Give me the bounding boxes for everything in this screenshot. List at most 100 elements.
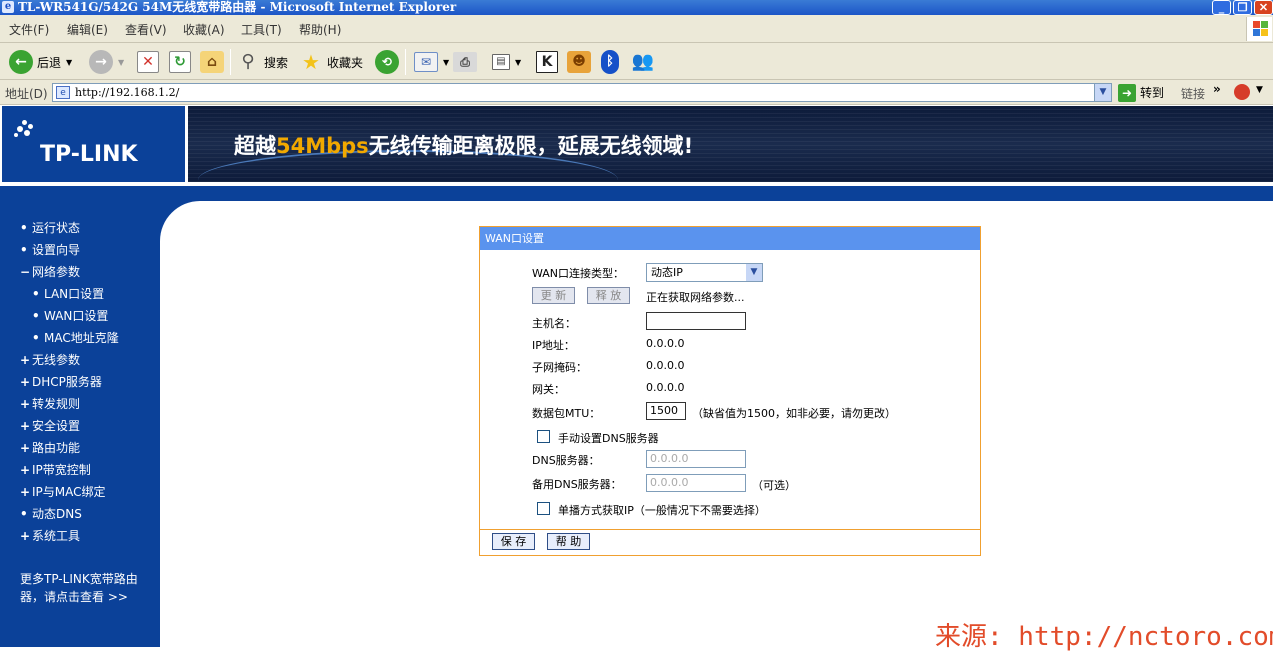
hostname-input[interactable] [646,312,746,330]
links-chevron-icon[interactable]: » [1213,82,1221,96]
nav-lan[interactable]: • LAN口设置 [32,285,104,302]
maximize-button[interactable]: ❐ [1233,0,1252,15]
menu-help[interactable]: 帮助(H) [299,21,341,38]
conn-type-select[interactable]: 动态IP ▼ [646,263,763,282]
nav-routing[interactable]: + 路由功能 [20,439,80,456]
mail-dropdown-icon[interactable]: ▼ [443,58,449,67]
dns-input[interactable]: 0.0.0.0 [646,450,746,468]
print-button[interactable]: ⎙ [453,49,477,75]
printer-icon: ⎙ [453,52,477,72]
nav-wireless[interactable]: + 无线参数 [20,351,80,368]
menu-tools[interactable]: 工具(T) [241,21,282,38]
menu-file[interactable]: 文件(F) [9,21,49,38]
slogan-prefix: 超越 [234,134,276,158]
extension-dropdown-icon[interactable]: ▼ [1256,85,1263,95]
nav-network[interactable]: − 网络参数 [20,263,80,280]
bluetooth-button[interactable]: ᛒ [601,49,619,75]
save-button[interactable]: 保 存 [492,533,535,550]
wan-settings-panel: WAN口设置 WAN口连接类型： 动态IP ▼ 更 新 释 放 正在获取网络参数… [479,226,981,556]
edit-dropdown-icon[interactable]: ▼ [515,58,521,67]
window-title: TL-WR541G/542G 54M无线宽带路由器 - Microsoft In… [18,0,457,14]
search-button[interactable]: ⚲ 搜索 [236,49,288,75]
unicast-label: 单播方式获取IP（一般情况下不需要选择） [558,504,766,517]
address-url[interactable]: http://192.168.1.2/ [75,86,179,99]
messenger-button[interactable]: ☻ [567,49,591,75]
favorites-button[interactable]: ★ 收藏夹 [299,49,363,75]
menu-view[interactable]: 查看(V) [125,21,167,38]
alt-dns-hint: （可选） [752,479,796,492]
edit-button[interactable]: ▤ ▼ [492,49,521,75]
menu-bar: 文件(F) 编辑(E) 查看(V) 收藏(A) 工具(T) 帮助(H) [0,15,1273,43]
chevron-down-icon: ▼ [746,264,762,281]
refresh-button[interactable]: ↻ [169,49,191,75]
source-watermark: 来源: http://nctoro.com [935,622,1273,652]
history-button[interactable]: ⟲ [375,49,399,75]
close-button[interactable]: ✕ [1254,0,1273,15]
nav-mac-clone[interactable]: • MAC地址克隆 [32,329,119,346]
stop-button[interactable]: ✕ [137,49,159,75]
toolbar-separator [230,49,231,75]
back-dropdown-icon[interactable]: ▼ [66,58,72,67]
stop-icon: ✕ [137,51,159,73]
minimize-button[interactable]: _ [1212,0,1231,15]
gateway-value: 0.0.0.0 [646,381,685,394]
mail-icon: ✉ [414,52,438,72]
nav-ddns[interactable]: • 动态DNS [20,505,82,522]
discuss-button[interactable]: K [536,49,558,75]
menu-edit[interactable]: 编辑(E) [67,21,108,38]
nav-dhcp[interactable]: + DHCP服务器 [20,373,102,390]
home-icon: ⌂ [200,51,224,73]
nav-system-tools[interactable]: + 系统工具 [20,527,80,544]
banner-slogan-area: 超越54Mbps无线传输距离极限，延展无线领域! [188,106,1273,182]
contacts-button[interactable]: 👥 [631,49,655,75]
menu-favorites[interactable]: 收藏(A) [183,21,225,38]
nav-wan[interactable]: • WAN口设置 [32,307,108,324]
renew-button[interactable]: 更 新 [532,287,575,304]
gateway-label: 网关： [532,383,565,396]
home-button[interactable]: ⌂ [200,49,224,75]
content-corner [160,201,240,281]
conn-type-label: WAN口连接类型： [532,267,625,280]
status-text: 正在获取网络参数... [646,291,745,304]
mtu-input[interactable]: 1500 [646,402,686,420]
ip-value: 0.0.0.0 [646,337,685,350]
mask-label: 子网掩码： [532,361,587,374]
banner-strip [0,186,1273,201]
back-label: 后退 [37,55,62,70]
release-button[interactable]: 释 放 [587,287,630,304]
nav-bandwidth[interactable]: + IP带宽控制 [20,461,91,478]
help-button[interactable]: 帮 助 [547,533,590,550]
windows-logo-icon [1246,17,1272,41]
back-arrow-icon: ← [9,50,33,74]
nav-wizard[interactable]: • 设置向导 [20,241,80,258]
alt-dns-input[interactable]: 0.0.0.0 [646,474,746,492]
unicast-checkbox[interactable] [537,502,550,515]
ip-label: IP地址： [532,339,575,352]
forward-dropdown-icon[interactable]: ▼ [118,58,124,67]
slogan-highlight: 54Mbps [276,134,369,158]
toolbar-separator [405,49,406,75]
manual-dns-checkbox[interactable] [537,430,550,443]
mask-value: 0.0.0.0 [646,359,685,372]
address-input[interactable]: e http://192.168.1.2/ ▼ [52,83,1112,102]
forward-button[interactable]: → ▼ [89,49,124,75]
edit-icon: ▤ [492,54,510,70]
tp-link-logo: TP-LINK [2,106,185,182]
nav-ip-mac-binding[interactable]: + IP与MAC绑定 [20,483,106,500]
more-products-link[interactable]: 更多TP-LINK宽带路由器，请点击查看 >> [20,570,150,606]
links-label[interactable]: 链接 [1181,85,1205,102]
search-icon: ⚲ [241,51,255,72]
bluetooth-icon: ᛒ [601,50,619,74]
slogan-suffix: 无线传输距离极限，延展无线领域! [368,134,694,158]
back-button[interactable]: ← 后退 ▼ [9,49,72,75]
nav-forwarding[interactable]: + 转发规则 [20,395,80,412]
mail-button[interactable]: ✉ ▼ [414,49,449,75]
extension-icon[interactable] [1234,84,1250,100]
k-icon: K [536,51,558,73]
address-dropdown-icon[interactable]: ▼ [1094,84,1111,101]
favorites-label: 收藏夹 [327,55,364,70]
go-button[interactable]: ➜ 转到 [1118,83,1164,102]
nav-security[interactable]: + 安全设置 [20,417,80,434]
nav-status[interactable]: • 运行状态 [20,219,80,236]
search-label: 搜索 [264,55,289,70]
